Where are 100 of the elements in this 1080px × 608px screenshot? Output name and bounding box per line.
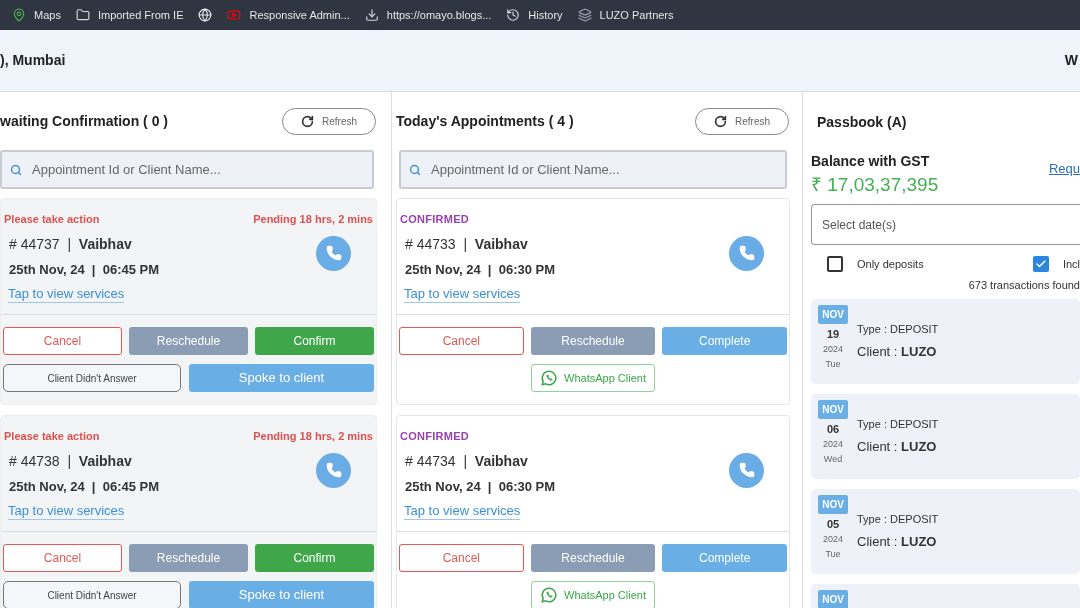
appointment-id: # 44734 | Vaibhav <box>405 451 529 471</box>
confirmed-status: CONFIRMED <box>400 212 470 227</box>
search-field[interactable]: Appointment Id or Client Name... <box>0 150 374 189</box>
view-services-link[interactable]: Tap to view services <box>404 285 521 303</box>
confirm-button[interactable]: Confirm <box>255 544 374 572</box>
whatsapp-icon <box>540 369 559 387</box>
call-button[interactable] <box>316 452 351 488</box>
view-services-link[interactable]: Tap to view services <box>404 502 521 520</box>
appointment-id: # 44737 | Vaibhav <box>9 234 133 254</box>
no-answer-button[interactable]: Client Didn't Answer <box>3 581 181 608</box>
confirmed-status: CONFIRMED <box>400 429 470 444</box>
appointment-datetime: 25th Nov, 24 | 06:45 PM <box>9 260 160 279</box>
appointment-datetime: 25th Nov, 24 | 06:30 PM <box>405 477 556 496</box>
day-number: 06 <box>826 422 840 437</box>
phone-icon <box>325 245 342 262</box>
day-number: 05 <box>826 517 840 532</box>
day-number: 19 <box>826 327 840 342</box>
balance-amount: ₹ 17,03,37,395 <box>811 173 939 197</box>
call-button[interactable] <box>316 235 351 271</box>
year-text: 2024 <box>823 437 843 451</box>
appointment-id: # 44733 | Vaibhav <box>405 234 529 254</box>
pending-time: Pending 18 hrs, 2 mins <box>253 212 373 227</box>
action-status: Please take action <box>4 429 100 444</box>
map-pin-icon <box>12 8 26 22</box>
balance-label: Balance with GST <box>811 152 931 171</box>
month-badge: NOV <box>818 590 848 608</box>
weekday-text: Tue <box>825 548 841 561</box>
appointment-datetime: 25th Nov, 24 | 06:30 PM <box>405 260 556 279</box>
reschedule-button[interactable]: Reschedule <box>530 327 656 355</box>
whatsapp-icon <box>540 586 559 604</box>
refresh-icon <box>301 114 314 128</box>
download-icon <box>364 8 379 22</box>
video-play-icon <box>227 8 242 22</box>
reschedule-button[interactable]: Reschedule <box>129 327 248 355</box>
appointment-id: # 44738 | Vaibhav <box>9 451 133 471</box>
checkbox-label: Incl <box>1062 257 1080 272</box>
transaction-card[interactable]: NOV 19 2024 Tue Type : DEPOSIT Client : LUZO <box>811 299 1080 384</box>
month-badge: NOV <box>818 400 848 419</box>
stack-icon <box>577 8 592 22</box>
refresh-button[interactable]: Refresh <box>695 107 789 135</box>
header-text: W <box>1064 51 1078 70</box>
bookmark-link[interactable]: Imported From IE <box>97 6 184 24</box>
complete-button[interactable]: Complete <box>662 327 787 355</box>
cancel-button[interactable]: Cancel <box>399 544 524 572</box>
spoke-to-client-button[interactable]: Spoke to client <box>189 581 374 608</box>
reschedule-button[interactable]: Reschedule <box>129 544 248 572</box>
transaction-type: Type : DEPOSIT <box>857 322 939 337</box>
bookmark-link[interactable]: Maps <box>34 6 61 24</box>
call-button[interactable] <box>729 235 764 271</box>
weekday-text: Wed <box>823 453 843 466</box>
history-icon <box>506 8 521 22</box>
no-answer-button[interactable]: Client Didn't Answer <box>3 364 181 392</box>
year-text: 2024 <box>823 532 843 546</box>
search-icon <box>409 163 421 176</box>
complete-button[interactable]: Complete <box>662 544 787 572</box>
date-placeholder: Select date(s) <box>822 216 897 234</box>
spoke-to-client-button[interactable]: Spoke to client <box>189 364 374 392</box>
whatsapp-button[interactable]: WhatsApp Client <box>531 581 655 608</box>
request-link[interactable]: Requ <box>1048 159 1080 198</box>
transaction-client: Client : LUZO <box>857 437 938 456</box>
confirm-button[interactable]: Confirm <box>255 327 374 355</box>
transaction-client: Client : LUZO <box>857 532 938 551</box>
phone-icon <box>325 462 342 479</box>
date-field[interactable]: Select date(s) <box>811 204 1080 245</box>
globe-icon[interactable] <box>198 8 213 22</box>
cancel-button[interactable]: Cancel <box>3 544 122 572</box>
checkbox-label: Only deposits <box>857 257 924 272</box>
bookmark-link[interactable]: https://omayo.blogs... <box>386 6 492 24</box>
transaction-count: 673 transactions found <box>968 277 1080 293</box>
checkbox[interactable] <box>827 256 843 273</box>
reschedule-button[interactable]: Reschedule <box>530 544 656 572</box>
refresh-button[interactable]: Refresh <box>282 107 376 135</box>
transaction-type: Type : DEPOSIT <box>857 512 939 527</box>
call-button[interactable] <box>729 452 764 488</box>
view-services-link[interactable]: Tap to view services <box>8 285 125 303</box>
month-badge: NOV <box>818 305 848 324</box>
bookmark-link[interactable]: History <box>528 6 563 24</box>
transaction-client: Client : LUZO <box>857 342 938 361</box>
location-title: ), Mumbai <box>0 51 66 70</box>
bookmark-link[interactable]: Responsive Admin... <box>249 6 350 24</box>
search-icon <box>10 163 22 176</box>
cancel-button[interactable]: Cancel <box>3 327 122 355</box>
transaction-card[interactable]: NOV <box>811 584 1080 608</box>
year-text: 2024 <box>823 342 843 356</box>
transaction-card[interactable]: NOV 06 2024 Wed Type : DEPOSIT Client : LUZO <box>811 394 1080 479</box>
phone-icon <box>738 462 755 479</box>
view-services-link[interactable]: Tap to view services <box>8 502 125 520</box>
checkbox[interactable] <box>1032 256 1049 273</box>
whatsapp-button[interactable]: WhatsApp Client <box>531 364 655 392</box>
pending-time: Pending 18 hrs, 2 mins <box>253 429 373 444</box>
search-field[interactable]: Appointment Id or Client Name... <box>399 150 787 189</box>
bookmark-link[interactable]: LUZO Partners <box>599 6 674 24</box>
month-badge: NOV <box>818 495 848 514</box>
cancel-button[interactable]: Cancel <box>399 327 524 355</box>
column-title: Today's Appointments ( 4 ) <box>396 111 574 131</box>
transaction-card[interactable]: NOV 05 2024 Tue Type : DEPOSIT Client : LUZO <box>811 489 1080 574</box>
phone-icon <box>738 245 755 262</box>
weekday-text: Tue <box>825 358 841 371</box>
action-status: Please take action <box>4 212 100 227</box>
refresh-icon <box>714 114 727 128</box>
